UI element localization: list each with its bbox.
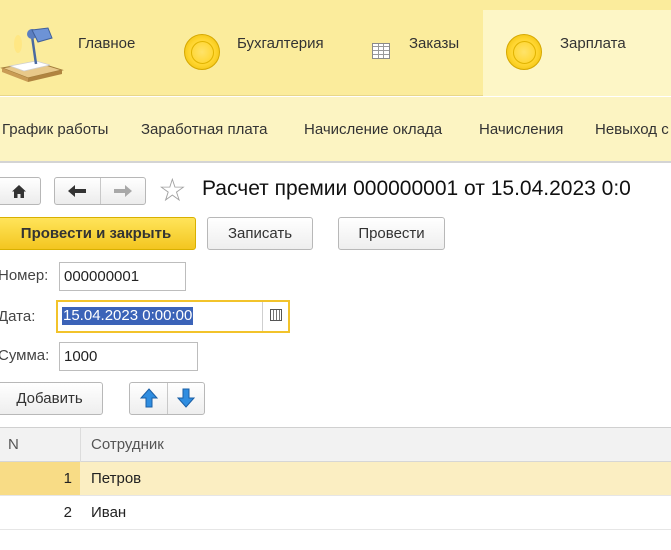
coin-icon	[506, 34, 542, 70]
divider	[100, 178, 101, 204]
date-value-selected: 15.04.2023 0:00:00	[62, 307, 194, 325]
column-divider	[80, 428, 81, 462]
employees-table: N Сотрудник 1 Петров 2 Иван	[0, 427, 671, 530]
calendar-button[interactable]	[262, 302, 288, 331]
coin-icon	[184, 34, 220, 70]
table-icon	[372, 43, 390, 59]
home-button[interactable]	[0, 177, 41, 205]
sections-panel: Главное Бухгалтерия Заказы Зарплата	[0, 0, 671, 96]
table-row[interactable]: 1 Петров	[0, 462, 671, 496]
move-buttons-group	[129, 382, 205, 415]
desk-lamp-icon	[0, 27, 64, 82]
nav-link-base-pay[interactable]: Начисление оклада	[304, 121, 442, 138]
calendar-icon	[270, 309, 282, 321]
row-employee: Иван	[91, 504, 127, 521]
column-header-n[interactable]: N	[8, 436, 19, 453]
app-window: Главное Бухгалтерия Заказы Зарплата Граф…	[0, 0, 671, 550]
post-and-close-button[interactable]: Провести и закрыть	[0, 217, 196, 250]
move-down-icon[interactable]	[175, 387, 197, 409]
favorite-star-icon[interactable]: ☆	[158, 172, 187, 208]
add-row-button[interactable]: Добавить	[0, 382, 103, 415]
nav-link-absence[interactable]: Невыход с	[595, 121, 669, 138]
sum-label: Сумма:	[0, 347, 50, 364]
sum-field[interactable]: 1000	[59, 342, 198, 371]
section-main[interactable]: Главное	[0, 10, 172, 96]
divider	[167, 383, 168, 414]
section-salary[interactable]: Зарплата	[483, 10, 671, 96]
form-title: Расчет премии 000000001 от 15.04.2023 0:…	[202, 177, 631, 200]
nav-link-salary[interactable]: Заработная плата	[141, 121, 267, 138]
row-number: 1	[63, 470, 72, 487]
nav-link-accruals[interactable]: Начисления	[479, 121, 563, 138]
move-up-icon[interactable]	[138, 387, 160, 409]
section-orders[interactable]: Заказы	[352, 10, 483, 96]
table-row[interactable]: 2 Иван	[0, 496, 671, 530]
section-salary-label: Зарплата	[560, 35, 626, 52]
section-accounting[interactable]: Бухгалтерия	[172, 10, 352, 96]
section-commands-bar: График работы Заработная плата Начислени…	[0, 97, 671, 163]
history-nav-group	[54, 177, 146, 205]
section-main-label: Главное	[78, 35, 136, 52]
post-button[interactable]: Провести	[338, 217, 445, 250]
column-header-employee[interactable]: Сотрудник	[91, 436, 164, 453]
row-employee: Петров	[91, 470, 142, 487]
section-orders-label: Заказы	[409, 35, 460, 52]
section-accounting-label: Бухгалтерия	[237, 35, 324, 52]
table-header: N Сотрудник	[0, 427, 671, 462]
number-label: Номер:	[0, 267, 49, 284]
back-arrow-icon[interactable]	[67, 184, 87, 198]
save-button[interactable]: Записать	[207, 217, 313, 250]
row-number: 2	[63, 504, 72, 521]
forward-arrow-icon[interactable]	[113, 184, 133, 198]
date-label: Дата:	[0, 308, 36, 325]
nav-link-work-schedule[interactable]: График работы	[2, 121, 108, 138]
home-icon	[12, 185, 26, 198]
number-field[interactable]: 000000001	[59, 262, 186, 291]
date-field[interactable]: 15.04.2023 0:00:00	[56, 300, 290, 333]
